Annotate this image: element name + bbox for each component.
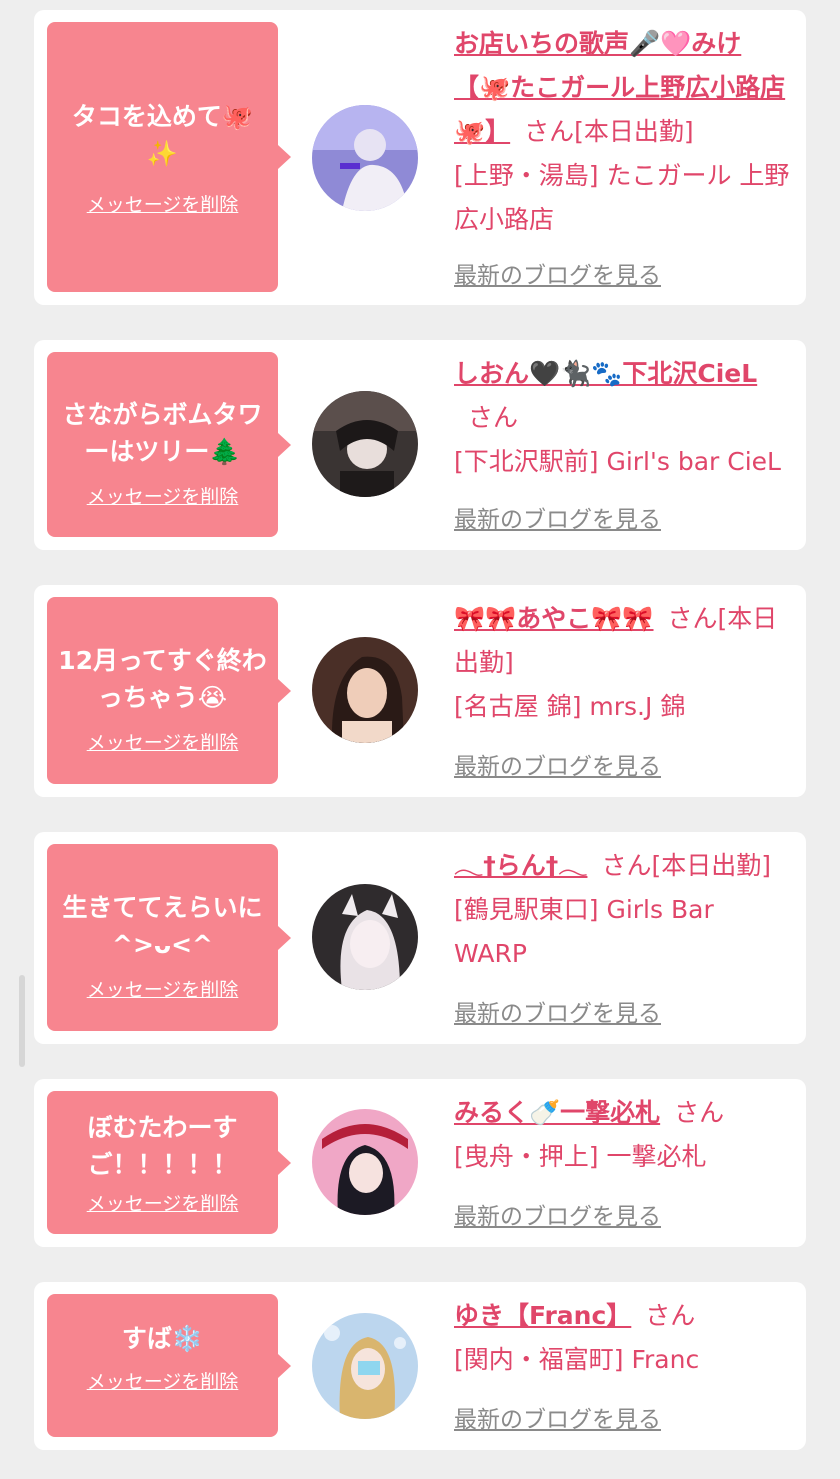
delete-message-link[interactable]: メッセージを削除 [87,1367,239,1394]
san-label: さん [468,403,519,432]
avatar[interactable] [312,105,418,211]
message-text: すば❄️ [121,1324,204,1353]
blog-link[interactable]: 最新のブログを見る [454,747,661,781]
cast-name-link[interactable]: 𓂃†らん†𓂃 [454,851,587,880]
cast-info: お店いちの歌声🎤🩷みけ【🐙たこガール上野広小路店🐙】 さん[本日出勤] [上野・湯… [454,22,790,242]
shop-text: [下北沢駅前] Girl's bar CieL [454,447,781,476]
cast-name-link[interactable]: みるく🍼一撃必札 [454,1098,660,1127]
avatar[interactable] [312,637,418,743]
san-label: さん [524,117,575,146]
shop-text: [関内・福富町] Franc [454,1345,700,1374]
message-card: すば❄️ メッセージを削除 ゆき【Franc】 さん [関内・福富町] Franc… [34,1282,806,1450]
message-bubble: すば❄️ メッセージを削除 [47,1294,291,1437]
message-card: 生きててえらいに^>ᴗ<^ メッセージを削除 𓂃†らん†𓂃 さん[本日出勤] [鶴… [34,832,806,1044]
scrollbar[interactable] [19,975,25,1067]
delete-message-link[interactable]: メッセージを削除 [87,190,239,217]
blog-link[interactable]: 最新のブログを見る [454,1400,661,1434]
message-card: ぼむたわーすご！！！！！ メッセージを削除 みるく🍼一撃必札 さん [曳舟・押上]… [34,1079,806,1247]
san-label: さん [667,604,718,633]
avatar[interactable] [312,1313,418,1419]
message-text: タコを込めて🐙✨ [71,102,254,168]
message-bubble: タコを込めて🐙✨ メッセージを削除 [47,22,291,292]
message-bubble: 生きててえらいに^>ᴗ<^ メッセージを削除 [47,844,291,1031]
shop-text: [曳舟・押上] 一撃必札 [454,1142,707,1171]
avatar[interactable] [312,1109,418,1215]
message-card: 12月ってすぐ終わっちゃう😭 メッセージを削除 🎀🎀あやこ🎀🎀 さん[本日出勤] … [34,585,806,797]
cast-name-link[interactable]: ゆき【Franc】 [454,1301,631,1330]
blog-link[interactable]: 最新のブログを見る [454,500,661,534]
status-text: [本日出勤] [574,117,694,146]
delete-message-link[interactable]: メッセージを削除 [87,482,239,509]
message-card: さながらボムタワーはツリー🌲 メッセージを削除 しおん🖤🐈‍⬛🐾下北沢CieL さ… [34,340,806,550]
delete-message-link[interactable]: メッセージを削除 [87,728,239,755]
message-bubble: ぼむたわーすご！！！！！ メッセージを削除 [47,1091,291,1234]
san-label: さん [674,1098,725,1127]
message-text: さながらボムタワーはツリー🌲 [62,400,263,466]
avatar[interactable] [312,391,418,497]
blog-link[interactable]: 最新のブログを見る [454,1197,661,1231]
message-bubble: 12月ってすぐ終わっちゃう😭 メッセージを削除 [47,597,291,784]
message-text: ぼむたわーすご！！！！！ [87,1113,238,1179]
san-label: さん [645,1301,696,1330]
cast-info: 🎀🎀あやこ🎀🎀 さん[本日出勤] [名古屋 錦] mrs.J 錦 [454,597,790,729]
san-label: さん [601,851,652,880]
cast-info: ゆき【Franc】 さん [関内・福富町] Franc [454,1294,790,1382]
cast-name-link[interactable]: しおん🖤🐈‍⬛🐾下北沢CieL [454,359,757,388]
message-text: 12月ってすぐ終わっちゃう😭 [58,646,267,712]
message-bubble: さながらボムタワーはツリー🌲 メッセージを削除 [47,352,291,537]
delete-message-link[interactable]: メッセージを削除 [87,975,239,1002]
message-text: 生きててえらいに^>ᴗ<^ [62,893,263,959]
cast-name-link[interactable]: 🎀🎀あやこ🎀🎀 [454,604,654,633]
delete-message-link[interactable]: メッセージを削除 [87,1189,239,1216]
cast-info: しおん🖤🐈‍⬛🐾下北沢CieL さん [下北沢駅前] Girl's bar Cie… [454,352,790,484]
blog-link[interactable]: 最新のブログを見る [454,994,661,1028]
blog-link[interactable]: 最新のブログを見る [454,256,661,290]
shop-text: [名古屋 錦] mrs.J 錦 [454,692,686,721]
cast-info: みるく🍼一撃必札 さん [曳舟・押上] 一撃必札 [454,1091,790,1179]
cast-info: 𓂃†らん†𓂃 さん[本日出勤] [鶴見駅東口] Girls Bar WARP [454,844,790,976]
avatar[interactable] [312,884,418,990]
message-card: タコを込めて🐙✨ メッセージを削除 お店いちの歌声🎤🩷みけ【🐙たこガール上野広小… [34,10,806,305]
status-text: [本日出勤] [651,851,771,880]
shop-text: [上野・湯島] たこガール 上野広小路店 [454,161,790,234]
shop-text: [鶴見駅東口] Girls Bar WARP [454,895,714,968]
